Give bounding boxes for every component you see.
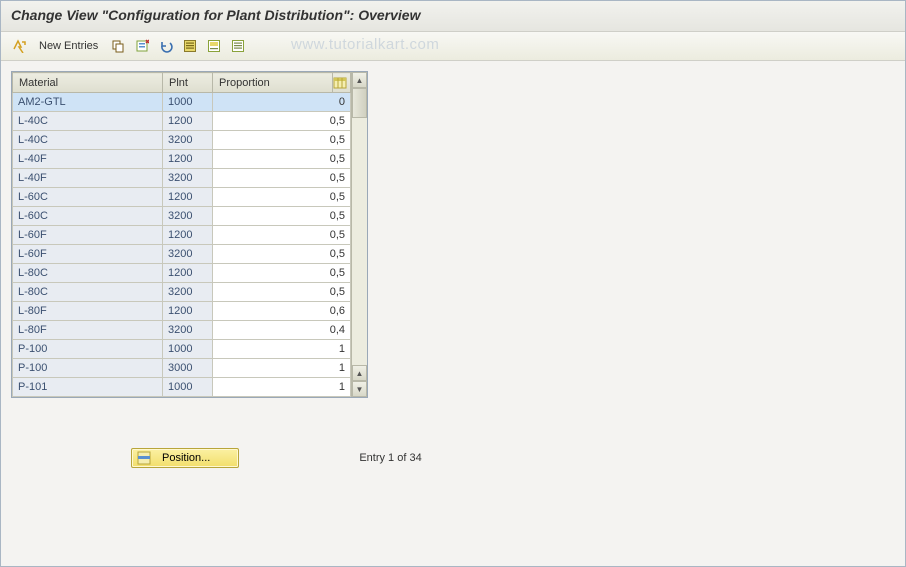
cell-material[interactable]: L-60C	[13, 188, 163, 207]
table-row[interactable]: L-40F32000,5	[13, 169, 351, 188]
cell-plnt[interactable]: 1000	[163, 93, 213, 112]
table-row[interactable]: L-80F32000,4	[13, 321, 351, 340]
content-area: Material Plnt Proportion AM2-GTL10000L-4…	[1, 61, 905, 478]
table-header-row: Material Plnt Proportion	[13, 73, 351, 93]
table-row[interactable]: L-40C12000,5	[13, 112, 351, 131]
scroll-down-button[interactable]: ▲	[352, 365, 367, 381]
deselect-all-icon[interactable]	[228, 36, 248, 56]
cell-proportion[interactable]: 0,5	[213, 245, 351, 264]
cell-material[interactable]: L-60F	[13, 245, 163, 264]
cell-material[interactable]: AM2-GTL	[13, 93, 163, 112]
table-row[interactable]: AM2-GTL10000	[13, 93, 351, 112]
cell-material[interactable]: L-80F	[13, 302, 163, 321]
table-row[interactable]: P-10030001	[13, 359, 351, 378]
cell-material[interactable]: P-100	[13, 340, 163, 359]
cell-proportion[interactable]: 0,4	[213, 321, 351, 340]
cell-material[interactable]: L-80F	[13, 321, 163, 340]
cell-proportion[interactable]: 0,5	[213, 226, 351, 245]
scroll-down-button-2[interactable]: ▼	[352, 381, 367, 397]
cell-plnt[interactable]: 1200	[163, 302, 213, 321]
cell-proportion[interactable]: 0,6	[213, 302, 351, 321]
cell-material[interactable]: L-80C	[13, 283, 163, 302]
cell-proportion[interactable]: 0,5	[213, 112, 351, 131]
cell-proportion[interactable]: 0,5	[213, 150, 351, 169]
application-toolbar: New Entries www.tutorialkart.com	[1, 32, 905, 61]
cell-material[interactable]: P-101	[13, 378, 163, 397]
table-row[interactable]: L-60C32000,5	[13, 207, 351, 226]
cell-plnt[interactable]: 3200	[163, 169, 213, 188]
column-header-plnt[interactable]: Plnt	[163, 73, 213, 93]
position-button[interactable]: Position...	[131, 448, 239, 468]
table-row[interactable]: L-40C32000,5	[13, 131, 351, 150]
cell-material[interactable]: L-60F	[13, 226, 163, 245]
table-row[interactable]: L-80C12000,5	[13, 264, 351, 283]
table-row[interactable]: L-80F12000,6	[13, 302, 351, 321]
position-icon	[136, 450, 152, 466]
page-title: Change View "Configuration for Plant Dis…	[11, 7, 895, 23]
scroll-up-button[interactable]: ▲	[352, 72, 367, 88]
other-view-icon[interactable]	[9, 36, 29, 56]
select-all-icon[interactable]	[180, 36, 200, 56]
scroll-thumb[interactable]	[352, 88, 367, 118]
undo-icon[interactable]	[156, 36, 176, 56]
cell-plnt[interactable]: 1200	[163, 226, 213, 245]
entry-status-text: Entry 1 of 34	[359, 452, 421, 464]
title-bar: Change View "Configuration for Plant Dis…	[1, 1, 905, 32]
table-row[interactable]: L-80C32000,5	[13, 283, 351, 302]
cell-proportion[interactable]: 1	[213, 359, 351, 378]
cell-proportion[interactable]: 0,5	[213, 131, 351, 150]
cell-material[interactable]: P-100	[13, 359, 163, 378]
table-row[interactable]: L-60C12000,5	[13, 188, 351, 207]
column-header-material[interactable]: Material	[13, 73, 163, 93]
cell-material[interactable]: L-80C	[13, 264, 163, 283]
cell-plnt[interactable]: 1200	[163, 112, 213, 131]
cell-plnt[interactable]: 3200	[163, 131, 213, 150]
cell-proportion[interactable]: 1	[213, 340, 351, 359]
footer-row: Position... Entry 1 of 34	[131, 448, 895, 468]
data-grid: Material Plnt Proportion AM2-GTL10000L-4…	[11, 71, 368, 398]
cell-plnt[interactable]: 1200	[163, 150, 213, 169]
position-button-label: Position...	[162, 452, 210, 464]
cell-material[interactable]: L-60C	[13, 207, 163, 226]
watermark-text: www.tutorialkart.com	[291, 36, 439, 53]
cell-material[interactable]: L-40C	[13, 131, 163, 150]
cell-plnt[interactable]: 1200	[163, 188, 213, 207]
cell-proportion[interactable]: 0,5	[213, 207, 351, 226]
new-entries-button[interactable]: New Entries	[33, 38, 104, 54]
table-row[interactable]: P-10010001	[13, 340, 351, 359]
cell-plnt[interactable]: 3000	[163, 359, 213, 378]
table-row[interactable]: L-60F12000,5	[13, 226, 351, 245]
copy-icon[interactable]	[108, 36, 128, 56]
cell-plnt[interactable]: 1200	[163, 264, 213, 283]
cell-material[interactable]: L-40C	[13, 112, 163, 131]
column-header-proportion[interactable]: Proportion	[213, 73, 333, 93]
cell-plnt[interactable]: 3200	[163, 207, 213, 226]
cell-proportion[interactable]: 0	[213, 93, 351, 112]
scroll-track[interactable]	[352, 88, 367, 365]
cell-plnt[interactable]: 3200	[163, 283, 213, 302]
table-row[interactable]: P-10110001	[13, 378, 351, 397]
cell-plnt[interactable]: 3200	[163, 245, 213, 264]
cell-plnt[interactable]: 1000	[163, 340, 213, 359]
cell-plnt[interactable]: 3200	[163, 321, 213, 340]
cell-material[interactable]: L-40F	[13, 150, 163, 169]
cell-proportion[interactable]: 1	[213, 378, 351, 397]
cell-proportion[interactable]: 0,5	[213, 264, 351, 283]
cell-material[interactable]: L-40F	[13, 169, 163, 188]
cell-proportion[interactable]: 0,5	[213, 283, 351, 302]
table-row[interactable]: L-60F32000,5	[13, 245, 351, 264]
table-settings-icon[interactable]	[333, 73, 351, 93]
select-block-icon[interactable]	[204, 36, 224, 56]
cell-proportion[interactable]: 0,5	[213, 188, 351, 207]
table-row[interactable]: L-40F12000,5	[13, 150, 351, 169]
cell-plnt[interactable]: 1000	[163, 378, 213, 397]
cell-proportion[interactable]: 0,5	[213, 169, 351, 188]
vertical-scrollbar[interactable]: ▲ ▲ ▼	[351, 72, 367, 397]
delete-icon[interactable]	[132, 36, 152, 56]
